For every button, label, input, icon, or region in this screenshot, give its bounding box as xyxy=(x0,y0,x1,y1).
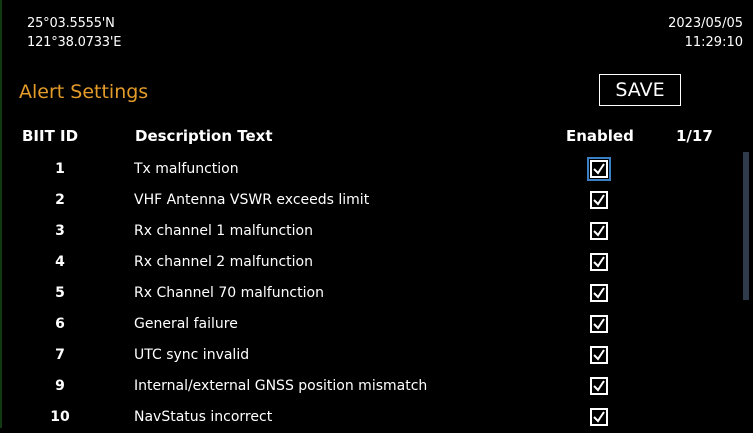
table-row[interactable]: 4 Rx channel 2 malfunction xyxy=(0,247,740,278)
longitude-readout: 121°38.0733'E xyxy=(27,35,122,50)
check-icon xyxy=(593,380,605,392)
enabled-checkbox[interactable] xyxy=(590,191,608,209)
column-header-enabled: Enabled xyxy=(566,127,634,145)
table-row[interactable]: 2 VHF Antenna VSWR exceeds limit xyxy=(0,185,740,216)
alert-id: 9 xyxy=(55,378,65,394)
alert-id: 10 xyxy=(50,409,70,425)
save-button[interactable]: SAVE xyxy=(599,74,681,106)
date-readout: 2023/05/05 xyxy=(668,16,743,31)
enabled-checkbox[interactable] xyxy=(590,315,608,333)
page-title: Alert Settings xyxy=(19,81,149,103)
alert-description: General failure xyxy=(134,316,238,332)
enabled-checkbox[interactable] xyxy=(590,253,608,271)
alert-description: Tx malfunction xyxy=(134,161,239,177)
table-row[interactable]: 3 Rx channel 1 malfunction xyxy=(0,216,740,247)
alert-description: Internal/external GNSS position mismatch xyxy=(134,378,428,394)
enabled-checkbox[interactable] xyxy=(587,157,611,181)
check-icon xyxy=(593,163,605,175)
alert-settings-screen: 25°03.5555'N 121°38.0733'E 2023/05/05 11… xyxy=(0,0,753,428)
table-row[interactable]: 7 UTC sync invalid xyxy=(0,340,740,371)
alert-description: VHF Antenna VSWR exceeds limit xyxy=(134,192,370,208)
latitude-readout: 25°03.5555'N xyxy=(27,16,115,31)
enabled-checkbox[interactable] xyxy=(590,377,608,395)
alert-id: 7 xyxy=(55,347,65,363)
check-icon xyxy=(593,411,605,423)
alert-id: 5 xyxy=(55,285,65,301)
check-icon xyxy=(593,318,605,330)
table-row[interactable]: 1 Tx malfunction xyxy=(0,154,740,185)
table-row[interactable]: 10 NavStatus incorrect xyxy=(0,402,740,433)
time-readout: 11:29:10 xyxy=(684,35,743,50)
alert-description: Rx channel 2 malfunction xyxy=(134,254,313,270)
alert-description: UTC sync invalid xyxy=(134,347,250,363)
check-icon xyxy=(593,225,605,237)
alert-id: 1 xyxy=(55,161,65,177)
alert-id: 3 xyxy=(55,223,65,239)
enabled-checkbox[interactable] xyxy=(590,346,608,364)
alert-id: 4 xyxy=(55,254,65,270)
alert-description: Rx channel 1 malfunction xyxy=(134,223,313,239)
check-icon xyxy=(593,287,605,299)
alert-id: 6 xyxy=(55,316,65,332)
page-indicator: 1/17 xyxy=(676,127,713,145)
table-row[interactable]: 6 General failure xyxy=(0,309,740,340)
alert-description: Rx Channel 70 malfunction xyxy=(134,285,324,301)
enabled-checkbox[interactable] xyxy=(590,222,608,240)
scrollbar[interactable] xyxy=(743,152,749,300)
column-header-id: BIIT ID xyxy=(22,127,79,145)
column-header-description: Description Text xyxy=(135,127,273,145)
enabled-checkbox[interactable] xyxy=(590,284,608,302)
table-row[interactable]: 9 Internal/external GNSS position mismat… xyxy=(0,371,740,402)
status-bar: 25°03.5555'N 121°38.0733'E 2023/05/05 11… xyxy=(0,0,753,66)
alert-id: 2 xyxy=(55,192,65,208)
check-icon xyxy=(593,256,605,268)
check-icon xyxy=(593,349,605,361)
check-icon xyxy=(593,194,605,206)
enabled-checkbox[interactable] xyxy=(590,408,608,426)
alert-description: NavStatus incorrect xyxy=(134,409,273,425)
table-row[interactable]: 5 Rx Channel 70 malfunction xyxy=(0,278,740,309)
